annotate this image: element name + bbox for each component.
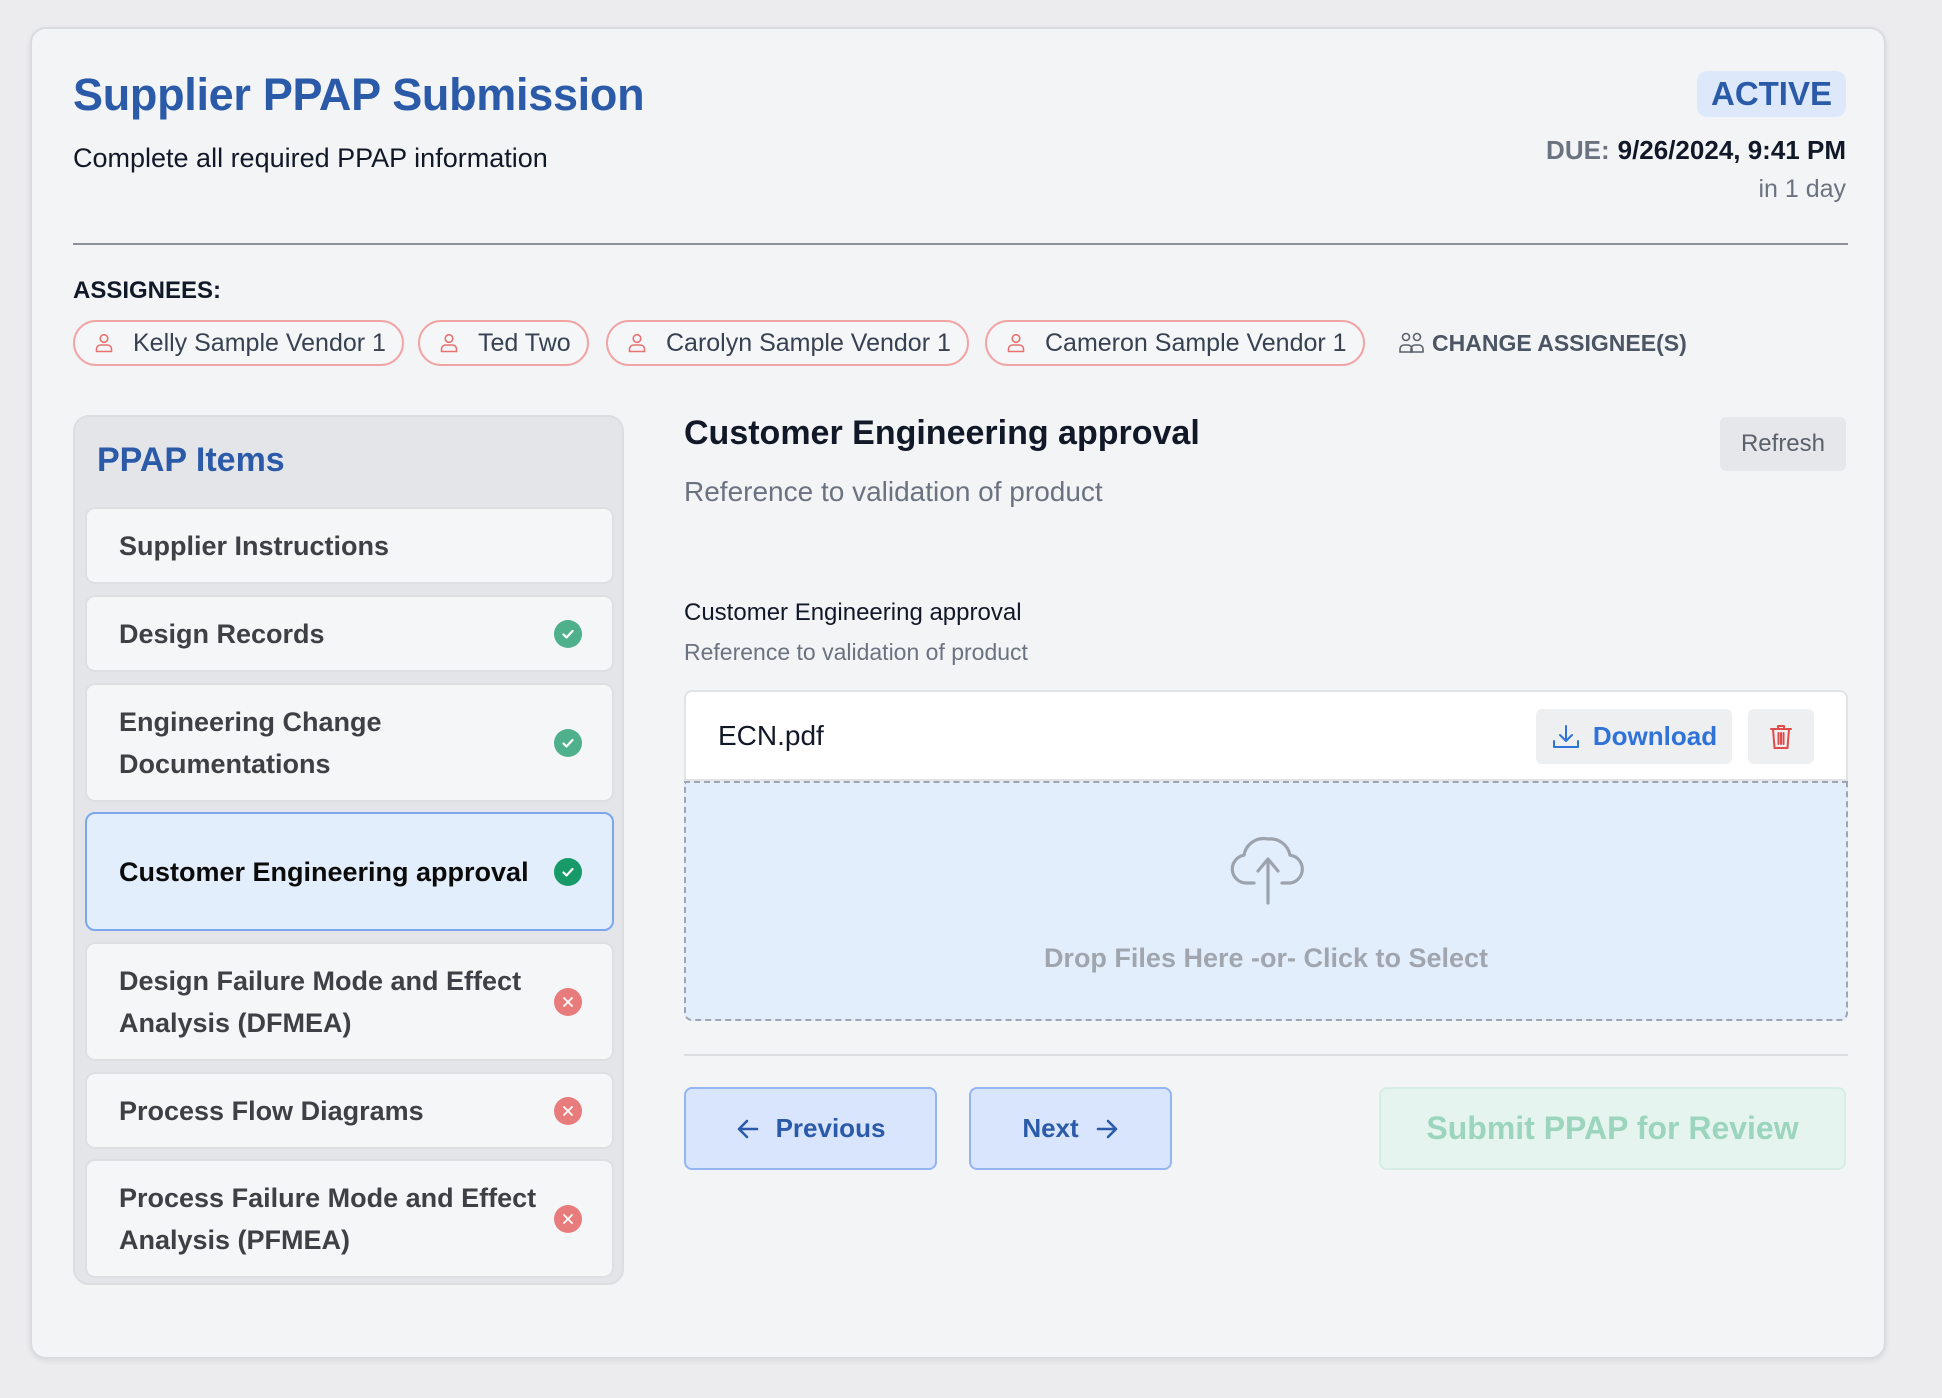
assignee-name: Ted Two [478, 328, 571, 357]
check-circle-icon [554, 728, 582, 757]
sidebar-item-design-records[interactable]: Design Records [85, 595, 614, 672]
x-circle-icon [554, 1096, 582, 1125]
download-button[interactable]: Download [1536, 709, 1732, 764]
assignee-chip[interactable]: Ted Two [418, 320, 589, 366]
change-assignees-button[interactable]: CHANGE ASSIGNEE(S) [1398, 320, 1687, 366]
footer-divider [684, 1054, 1848, 1056]
assignee-chip[interactable]: Cameron Sample Vendor 1 [985, 320, 1365, 366]
uploaded-file-row: ECN.pdf Download [684, 690, 1848, 781]
sidebar-item-pfmea[interactable]: Process Failure Mode and Effect Analysis… [85, 1159, 614, 1278]
field-description: Reference to validation of product [684, 639, 1028, 665]
check-circle-icon [554, 857, 582, 886]
previous-button[interactable]: Previous [684, 1087, 937, 1170]
assignee-chip[interactable]: Kelly Sample Vendor 1 [73, 320, 404, 366]
ppap-items-sidebar: PPAP Items Supplier Instructions Design … [73, 415, 624, 1285]
download-icon [1552, 724, 1579, 748]
sidebar-item-label: Supplier Instructions [119, 530, 390, 561]
submit-ppap-button[interactable]: Submit PPAP for Review [1379, 1087, 1846, 1170]
assignee-name: Cameron Sample Vendor 1 [1045, 328, 1347, 357]
sidebar-item-label: Design Failure Mode and Effect Analysis … [119, 965, 522, 1038]
next-label: Next [1022, 1113, 1079, 1143]
trash-icon [1770, 724, 1792, 749]
due-label: DUE: [1546, 135, 1610, 165]
refresh-button[interactable]: Refresh [1720, 417, 1846, 471]
change-assignees-label: CHANGE ASSIGNEE(S) [1432, 329, 1687, 356]
sidebar-item-label: Design Records [119, 618, 325, 649]
sidebar-item-label: Process Failure Mode and Effect Analysis… [119, 1182, 537, 1255]
user-icon [440, 333, 458, 353]
cloud-upload-icon [1230, 836, 1304, 905]
field-label: Customer Engineering approval [684, 599, 1022, 626]
assignees-label: ASSIGNEES: [73, 277, 222, 304]
dropzone-text: Drop Files Here -or- Click to Select [1043, 943, 1489, 973]
sidebar-item-supplier-instructions[interactable]: Supplier Instructions [85, 507, 614, 584]
user-icon [628, 333, 646, 353]
sidebar-item-label: Engineering Change Documentations [119, 706, 382, 779]
sidebar-item-dfmea[interactable]: Design Failure Mode and Effect Analysis … [85, 942, 614, 1061]
assignee-name: Carolyn Sample Vendor 1 [666, 328, 951, 357]
arrow-left-icon [737, 1119, 758, 1138]
item-title: Customer Engineering approval [684, 414, 1200, 452]
page-subtitle: Complete all required PPAP information [73, 143, 548, 173]
sidebar-item-process-flow-diagrams[interactable]: Process Flow Diagrams [85, 1072, 614, 1149]
assignee-name: Kelly Sample Vendor 1 [133, 328, 386, 357]
item-subtitle: Reference to validation of product [684, 476, 1103, 507]
sidebar-item-label: Process Flow Diagrams [119, 1095, 424, 1126]
x-circle-icon [554, 1204, 582, 1233]
sidebar-item-customer-engineering-approval[interactable]: Customer Engineering approval [85, 812, 614, 931]
sidebar-item-engineering-change-documentations[interactable]: Engineering Change Documentations [85, 683, 614, 802]
due-value: 9/26/2024, 9:41 PM [1617, 135, 1846, 165]
user-icon [1007, 333, 1025, 353]
status-badge: ACTIVE [1696, 71, 1846, 117]
arrow-right-icon [1096, 1119, 1117, 1138]
header-divider [73, 243, 1848, 245]
check-circle-icon [554, 619, 582, 648]
x-circle-icon [554, 987, 582, 1016]
user-icon [95, 333, 113, 353]
file-name: ECN.pdf [718, 720, 824, 751]
due-date: DUE: 9/26/2024, 9:41 PM [1546, 135, 1846, 166]
due-relative: in 1 day [1758, 175, 1846, 203]
assignee-chip[interactable]: Carolyn Sample Vendor 1 [606, 320, 969, 366]
page-title: Supplier PPAP Submission [73, 69, 645, 120]
delete-file-button[interactable] [1748, 709, 1814, 764]
download-label: Download [1592, 721, 1718, 751]
previous-label: Previous [775, 1113, 886, 1143]
ppap-submission-card: Supplier PPAP Submission Complete all re… [30, 27, 1886, 1359]
sidebar-item-label: Customer Engineering approval [119, 856, 529, 887]
file-dropzone[interactable]: Drop Files Here -or- Click to Select [684, 781, 1848, 1021]
next-button[interactable]: Next [969, 1087, 1172, 1170]
sidebar-title: PPAP Items [97, 441, 285, 479]
users-icon [1399, 332, 1424, 353]
